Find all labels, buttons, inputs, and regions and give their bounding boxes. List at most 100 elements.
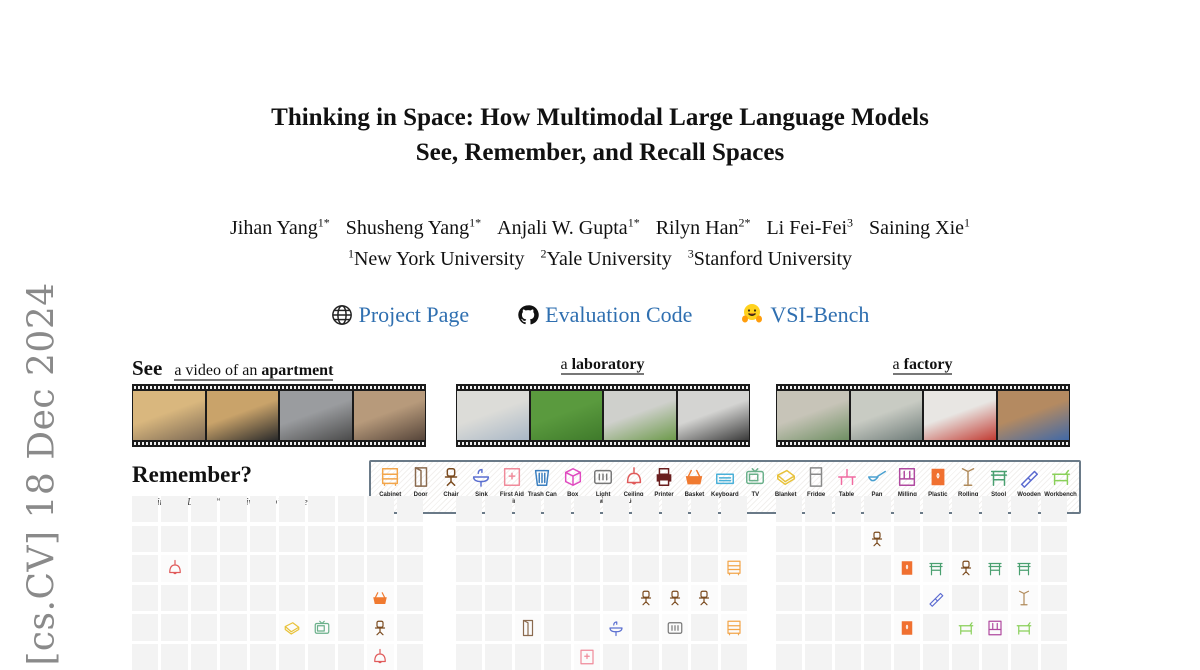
author-name: Jihan Yang1* <box>230 216 330 239</box>
link-label: Project Page <box>358 302 470 327</box>
link-vsi-bench[interactable]: VSI-Bench <box>740 300 869 334</box>
chair-icon <box>666 589 684 607</box>
author-affiliation-mark: 2* <box>738 215 751 230</box>
map-cell-empty <box>396 614 423 641</box>
map-cell-empty <box>864 496 891 523</box>
map-cell-empty <box>456 496 483 523</box>
map-cell-empty <box>834 496 862 523</box>
first-aid-cabinet-icon <box>578 648 596 666</box>
map-cell-empty <box>922 496 950 523</box>
chair-icon <box>957 559 975 577</box>
scene-name: factory <box>903 356 953 373</box>
github-icon <box>517 304 539 334</box>
map-cell-empty <box>1040 496 1067 523</box>
scene-label: a factory <box>892 356 953 375</box>
map-cell-empty <box>220 584 247 612</box>
map-cell-empty <box>893 525 920 552</box>
map-cell-empty <box>337 525 365 552</box>
map-cell-empty <box>602 555 630 582</box>
map-cell-empty <box>220 555 247 582</box>
map-cell-empty <box>922 614 950 641</box>
video-frame <box>206 391 278 440</box>
map-cell-empty <box>396 555 423 582</box>
map-cell-empty <box>1040 525 1067 552</box>
author-name-text: Rilyn Han <box>655 217 739 239</box>
map-cell-empty <box>893 496 920 523</box>
map-cell-empty <box>573 555 600 582</box>
milling-machine-icon <box>986 619 1004 637</box>
video-frame <box>997 391 1069 440</box>
map-cell-milling-machine <box>981 614 1009 641</box>
map-cell-empty <box>190 496 218 523</box>
map-cell-empty <box>602 496 630 523</box>
see-heading: See <box>132 356 163 380</box>
map-cell-empty <box>161 525 188 552</box>
map-cell-empty <box>514 584 542 612</box>
rolling-stand-icon <box>957 466 979 488</box>
map-cell-empty <box>776 496 803 523</box>
video-frame <box>133 391 205 440</box>
map-cell-empty <box>396 525 423 552</box>
map-cell-empty <box>249 614 276 641</box>
map-cell-stool <box>981 555 1009 582</box>
map-cell-empty <box>190 614 218 641</box>
author-block: Jihan Yang1* Shusheng Yang1* Anjali W. Gup… <box>0 213 1200 275</box>
hugging-face-icon <box>740 302 764 334</box>
affiliation-name: Yale University <box>546 248 672 270</box>
map-cell-empty <box>720 525 747 552</box>
map-cell-door <box>514 614 542 641</box>
milling-machine-icon <box>896 466 918 488</box>
video-frame <box>280 391 352 440</box>
link-project-page[interactable]: Project Page <box>331 300 470 334</box>
ceiling-light-icon <box>623 466 645 488</box>
fridge-icon <box>805 466 827 488</box>
map-cell-rolling-stand <box>1011 584 1038 612</box>
map-cell-empty <box>190 584 218 612</box>
map-cell-empty <box>573 496 600 523</box>
map-cell-empty <box>337 614 365 641</box>
map-cell-empty <box>864 584 891 612</box>
link-label: Evaluation Code <box>545 302 693 327</box>
video-frame <box>677 391 749 440</box>
map-cell-light-switch <box>661 614 689 641</box>
title-line-2: See, Remember, and Recall Spaces <box>415 139 785 166</box>
box-icon <box>562 466 584 488</box>
map-cell-empty <box>720 496 747 523</box>
legend-label: TV <box>751 492 760 498</box>
cabinet-icon <box>379 466 401 488</box>
map-cell-empty <box>981 525 1009 552</box>
affiliation: 2Yale University <box>541 247 672 270</box>
affiliation-list: 1New York University 2Yale University 3Sta… <box>0 244 1200 275</box>
stool-icon <box>986 559 1004 577</box>
map-cell-empty <box>834 584 862 612</box>
title-line-1: Thinking in Space: How Multimodal Large … <box>271 104 929 131</box>
video-frame <box>777 391 849 440</box>
paper-title: Thinking in Space: How Multimodal Large … <box>0 100 1200 170</box>
map-cell-workbench <box>1011 614 1038 641</box>
map-cell-empty <box>691 496 718 523</box>
map-cell-empty <box>691 614 718 641</box>
wooden-brush-icon <box>1018 466 1040 488</box>
map-cell-empty <box>220 525 247 552</box>
chair-icon <box>695 589 713 607</box>
video-frame <box>850 391 922 440</box>
map-cell-empty <box>1011 525 1038 552</box>
map-cell-chair <box>367 614 394 641</box>
sink-icon <box>607 619 625 637</box>
stool-icon <box>1015 559 1033 577</box>
map-cell-empty <box>514 555 542 582</box>
keyboard-icon <box>714 466 736 488</box>
video-frame <box>353 391 425 440</box>
door-icon <box>410 466 432 488</box>
map-cell-empty <box>544 555 571 582</box>
map-cell-empty <box>190 525 218 552</box>
map-cell-empty <box>308 496 335 523</box>
table-icon <box>836 466 858 488</box>
first-aid-cabinet-icon <box>501 466 523 488</box>
cognitive-map-factory <box>776 496 1067 670</box>
cabinet-icon <box>725 619 743 637</box>
link-evaluation-code[interactable]: Evaluation Code <box>517 300 692 334</box>
map-cell-empty <box>132 555 159 582</box>
map-cell-empty <box>396 496 423 523</box>
map-cell-empty <box>278 525 306 552</box>
